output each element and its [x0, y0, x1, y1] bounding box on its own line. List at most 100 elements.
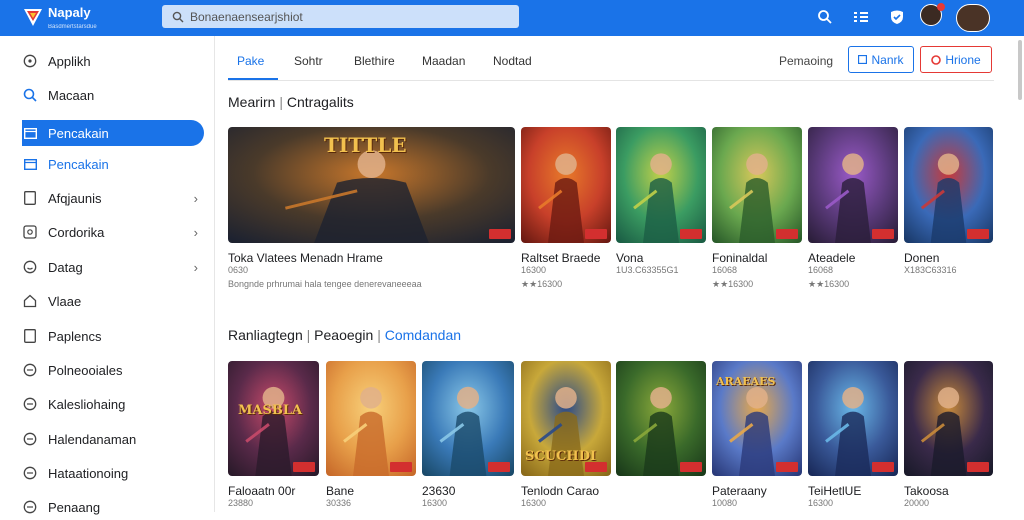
user-avatar[interactable] [956, 4, 990, 32]
primary-button-label: Nanrk [871, 52, 904, 67]
home-icon [22, 293, 38, 309]
primary-button[interactable]: Nanrk [848, 46, 914, 73]
app-logo-icon[interactable] [20, 5, 46, 29]
price-tag-icon [585, 462, 607, 472]
game-title[interactable]: TeiHetlUE [808, 484, 861, 498]
sidebar-item[interactable]: Polneooiales [22, 357, 204, 383]
game-artwork-icon [904, 127, 993, 243]
sidebar-item[interactable]: Datag › [22, 254, 204, 280]
sidebar-item[interactable]: Pencakain [22, 151, 204, 177]
sidebar-item[interactable]: Afqjaunis › [22, 185, 204, 211]
game-card-thumbnail[interactable] [616, 127, 706, 243]
game-meta: 16300 [808, 498, 834, 508]
game-artwork-icon [616, 361, 706, 476]
sidebar-item[interactable]: Hataationoing [22, 460, 204, 486]
game-meta: 16068 [712, 265, 738, 275]
section-title: Ranliagtegn | Peaoegin | Comdandan [228, 327, 461, 343]
game-card-thumbnail[interactable] [904, 127, 993, 243]
chevron-right-icon[interactable]: › [194, 260, 198, 275]
game-meta: 1U3.C63355G1 [616, 265, 679, 275]
section-title: Mearirn | Cntragalits [228, 94, 354, 110]
game-card-thumbnail[interactable] [422, 361, 514, 476]
search-icon [172, 11, 184, 22]
scrollbar[interactable] [1018, 40, 1022, 100]
search-input[interactable]: Bonaenaensearjshiot [162, 5, 519, 28]
game-card-thumbnail[interactable]: ARAEAES [712, 361, 802, 476]
price-tag-icon [390, 462, 412, 472]
game-card-thumbnail[interactable]: TITTLE [228, 127, 515, 243]
tab-4[interactable]: Nodtad [493, 54, 532, 68]
game-card-thumbnail[interactable]: SCUCHDI [521, 361, 611, 476]
grid-icon[interactable] [851, 7, 871, 27]
sidebar-item-label: Cordorika [48, 224, 105, 240]
sidebar-item-label: Kalesliohaing [48, 396, 126, 412]
app-name: Napaly [48, 5, 91, 20]
filter-label[interactable]: Pemaoing [779, 54, 833, 68]
game-artwork-icon [326, 361, 416, 476]
sidebar-item[interactable]: Macaan [22, 82, 204, 108]
sidebar-item[interactable]: Penaang [22, 494, 204, 520]
game-title[interactable]: Toka Vlatees Menadn Hrame [228, 251, 383, 265]
top-bar: Napaly Basdmertstarsdue Bonaenaensearjsh… [0, 0, 1024, 36]
tab-0[interactable]: Pake [237, 54, 264, 68]
secondary-button[interactable]: Hrione [920, 46, 992, 73]
chevron-right-icon[interactable]: › [194, 225, 198, 240]
price-tag-icon [776, 229, 798, 239]
game-title[interactable]: Raltset Braede [521, 251, 600, 265]
price-tag-icon [293, 462, 315, 472]
game-card-thumbnail[interactable] [808, 127, 898, 243]
tab-1[interactable]: Sohtr [294, 54, 323, 68]
game-title[interactable]: 23630 [422, 484, 455, 498]
sidebar-item[interactable]: Halendanaman [22, 426, 204, 452]
sidebar-item-label: Applikh [48, 53, 91, 69]
game-title[interactable]: Tenlodn Carao [521, 484, 599, 498]
game-meta: X183C63316 [904, 265, 957, 275]
game-card-thumbnail[interactable]: MASBLA [228, 361, 319, 476]
section-link[interactable]: Comdandan [385, 327, 461, 343]
game-title[interactable]: Donen [904, 251, 939, 265]
price-tag-icon [872, 229, 894, 239]
sidebar-item-label: Pencakain [48, 125, 109, 141]
game-title[interactable]: Faloaatn 00r [228, 484, 295, 498]
price-tag-icon [680, 229, 702, 239]
tab-2[interactable]: Blethire [354, 54, 395, 68]
app-tagline: Basdmertstarsdue [48, 24, 97, 30]
section-subtitle: Cntragalits [286, 94, 354, 110]
section-title-main: Mearirn [228, 94, 276, 110]
game-card-thumbnail[interactable] [808, 361, 898, 476]
shield-icon[interactable] [887, 7, 907, 27]
section-title-main: Ranliagtegn [228, 327, 303, 343]
sidebar-item[interactable]: Kalesliohaing [22, 391, 204, 417]
sidebar-item[interactable]: Cordorika › [22, 219, 204, 245]
game-rating: ★★16300 [808, 279, 850, 289]
game-card-thumbnail[interactable] [616, 361, 706, 476]
game-title[interactable]: Vona [616, 251, 643, 265]
game-title[interactable]: Ateadele [808, 251, 855, 265]
sidebar-item[interactable]: Paplencs [22, 323, 204, 349]
search-icon[interactable] [815, 7, 835, 27]
sidebar-item[interactable]: Pencakain [22, 120, 204, 146]
game-card-thumbnail[interactable] [712, 127, 802, 243]
game-title[interactable]: Pateraany [712, 484, 767, 498]
game-title[interactable]: Bane [326, 484, 354, 498]
square-icon [858, 55, 868, 64]
sidebar-item[interactable]: Applikh [22, 48, 204, 74]
tab-3[interactable]: Maadan [422, 54, 465, 68]
chevron-right-icon[interactable]: › [194, 191, 198, 206]
sidebar-item[interactable]: Vlaae [22, 288, 204, 314]
app-brand[interactable]: Napaly Basdmertstarsdue [48, 6, 97, 34]
game-title[interactable]: Foninaldal [712, 251, 767, 265]
search-icon [22, 87, 38, 103]
price-tag-icon [776, 462, 798, 472]
game-card-thumbnail[interactable] [326, 361, 416, 476]
price-tag-icon [489, 229, 511, 239]
game-title[interactable]: Takoosa [904, 484, 949, 498]
game-logo-text: ARAEAES [716, 375, 776, 388]
sidebar-item-label: Penaang [48, 499, 101, 515]
game-card-thumbnail[interactable] [904, 361, 993, 476]
game-meta: 20000 [904, 498, 930, 508]
game-card-thumbnail[interactable] [521, 127, 611, 243]
notification-avatar[interactable] [920, 3, 945, 26]
secondary-button-label: Hrione [945, 52, 981, 67]
game-rating: ★★16300 [521, 279, 563, 289]
